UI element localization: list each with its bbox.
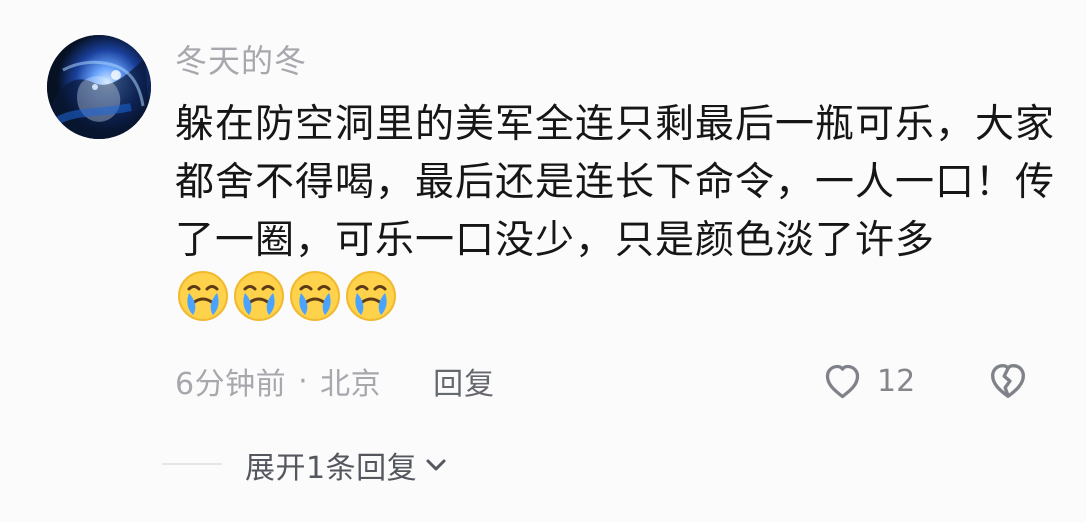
comment-text: 躲在防空洞里的美军全连只剩最后一瓶可乐，大家都舍不得喝，最后还是连长下命令，一人… bbox=[175, 102, 1056, 263]
crying-emoji-icon bbox=[234, 271, 284, 321]
avatar-image bbox=[47, 35, 151, 139]
comment-meta: 6分钟前 · 北京 回复 bbox=[175, 357, 495, 405]
emoji-row bbox=[177, 270, 397, 322]
like-button[interactable]: 12 bbox=[820, 356, 915, 406]
comment-time: 6分钟前 bbox=[175, 367, 287, 402]
comment-content: 躲在防空洞里的美军全连只剩最后一瓶可乐，大家都舍不得喝，最后还是连长下命令，一人… bbox=[175, 96, 1060, 329]
heart-outline-icon bbox=[825, 364, 860, 398]
broken-heart-icon[interactable] bbox=[985, 358, 1031, 404]
crying-emoji-icon bbox=[346, 271, 396, 321]
crying-emoji-icon bbox=[178, 271, 228, 321]
like-count: 12 bbox=[877, 363, 916, 399]
username[interactable]: 冬天的冬 bbox=[175, 39, 307, 83]
reply-button[interactable]: 回复 bbox=[433, 359, 495, 403]
meta-separator: · bbox=[298, 363, 309, 399]
crying-emoji-icon bbox=[290, 271, 340, 321]
comment-card: 冬天的冬 躲在防空洞里的美军全连只剩最后一瓶可乐，大家都舍不得喝，最后还是连长下… bbox=[0, 0, 1086, 522]
expand-divider bbox=[162, 463, 222, 465]
comment-location: 北京 bbox=[320, 367, 382, 402]
avatar[interactable] bbox=[47, 35, 151, 139]
chevron-down-icon bbox=[426, 459, 446, 471]
expand-replies-button[interactable]: 展开1条回复 bbox=[245, 443, 451, 487]
expand-replies-label: 展开1条回复 bbox=[245, 451, 418, 486]
